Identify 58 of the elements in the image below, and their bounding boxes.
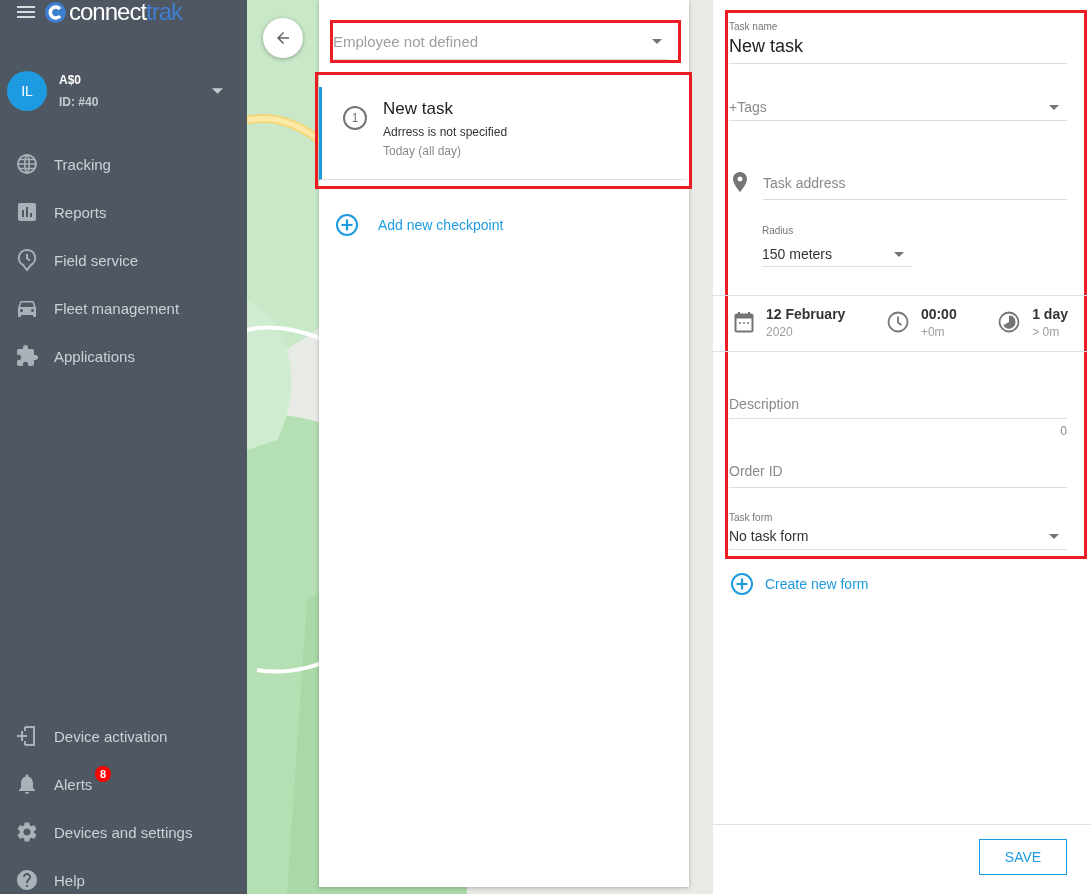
menu-icon[interactable] — [17, 6, 35, 18]
radius-label: Radius — [762, 225, 795, 236]
globe-icon — [15, 152, 39, 176]
schedule-subtext: +0m — [920, 325, 946, 339]
nav-item[interactable]: Field service — [0, 236, 247, 284]
save-button[interactable]: SAVE — [979, 839, 1067, 875]
task-form-select[interactable]: No task form — [729, 523, 1067, 550]
nav-item[interactable]: Fleet management — [0, 284, 247, 332]
employee-select[interactable]: Employee not defined — [333, 23, 668, 60]
add-icon — [335, 213, 359, 237]
schedule-subtext: > 0m — [1032, 325, 1061, 339]
address-field[interactable]: Task address — [763, 167, 1067, 200]
description-field[interactable]: Description — [729, 390, 1067, 419]
puzzle-icon — [15, 344, 39, 368]
notification-badge: 8 — [95, 766, 111, 782]
logo-icon — [45, 1, 66, 23]
bar-chart-icon — [15, 200, 39, 224]
caret-icon — [894, 251, 904, 257]
schedule-value[interactable]: 1 day — [1032, 306, 1068, 322]
account-id: ID: #40 — [59, 95, 100, 109]
nav-item[interactable]: Tracking — [0, 140, 247, 188]
schedule-value[interactable]: 00:00 — [920, 306, 957, 322]
caret-icon[interactable] — [212, 88, 223, 94]
radius-select[interactable]: 150 meters — [762, 242, 912, 267]
checkpoint-number: 1 — [343, 106, 367, 130]
location-pin-icon — [731, 171, 749, 193]
task-form-label: Task form — [729, 512, 774, 523]
checkpoint-time: Today (all day) — [383, 144, 463, 158]
clock-pin-icon — [15, 248, 39, 272]
character-counter: 0 — [1060, 424, 1067, 438]
nav-item[interactable]: Device activation — [0, 712, 247, 760]
nav-item[interactable]: Help — [0, 856, 247, 894]
help-icon — [15, 868, 39, 892]
add-icon — [730, 572, 754, 596]
checkpoint-address: Adrress is not specified — [383, 125, 508, 139]
nav-item[interactable]: Alerts 8 — [0, 760, 247, 808]
clock-icon — [886, 311, 909, 333]
create-form-link[interactable]: Create new form — [730, 572, 869, 596]
avatar: IL — [7, 71, 47, 111]
calendar-icon — [734, 311, 754, 333]
schedule-subtext: 2020 — [766, 325, 794, 339]
order-id-field[interactable]: Order ID — [729, 455, 1067, 488]
caret-icon — [652, 38, 662, 44]
settings-icon — [15, 820, 39, 844]
add-checkpoint-link[interactable]: Add new checkpoint — [335, 213, 504, 237]
schedule-value[interactable]: 12 February — [766, 306, 846, 322]
task-name-field[interactable]: Task name New task — [729, 21, 1067, 64]
checkpoint-title: New task — [383, 99, 454, 119]
pie-timer-icon — [998, 311, 1021, 333]
nav-item[interactable]: Reports — [0, 188, 247, 236]
caret-icon — [1049, 104, 1059, 110]
caret-icon — [1049, 533, 1059, 539]
account-name: A$0 — [59, 73, 82, 87]
tags-select[interactable]: +Tags — [729, 94, 1067, 121]
checkpoint-card[interactable]: 1 New task Adrress is not specified Today (all day) — [319, 87, 687, 180]
nav-item[interactable]: Devices and settings — [0, 808, 247, 856]
nav-item[interactable]: Applications — [0, 332, 247, 380]
logo-text: connecttrak — [69, 1, 183, 23]
